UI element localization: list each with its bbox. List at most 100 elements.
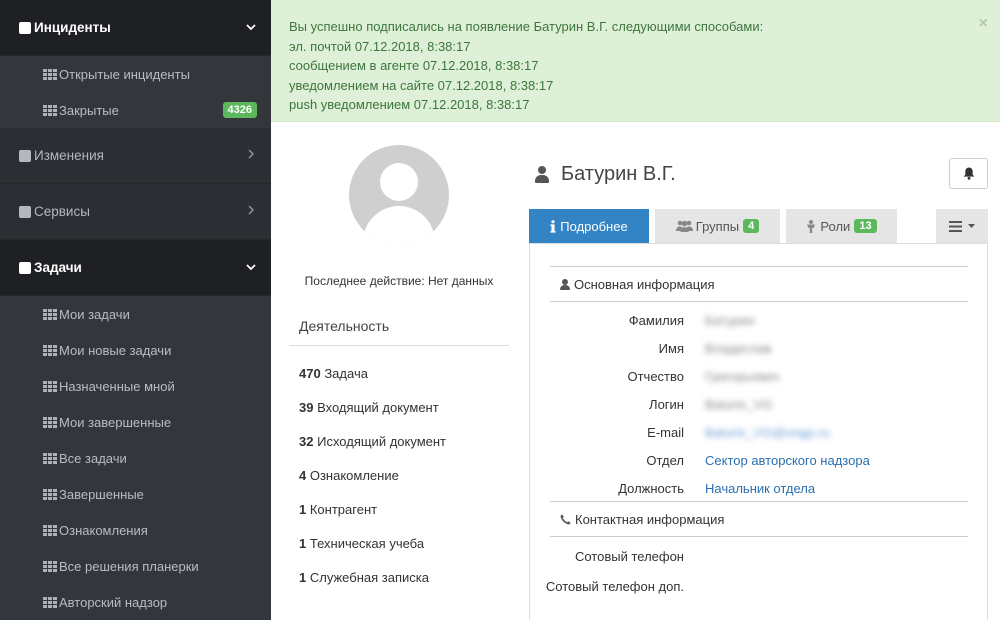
field-value-firstname: Владислав	[705, 341, 772, 356]
activity-item[interactable]: 4 Ознакомление	[299, 468, 399, 483]
profile-tabs: Подробнее Группы 4 Роли 13	[529, 209, 988, 243]
activity-label: Служебная записка	[309, 570, 429, 585]
alert-line: уведомлением на сайте 07.12.2018, 8:38:1…	[289, 77, 554, 93]
tab-menu-button[interactable]	[936, 209, 988, 243]
position-link[interactable]: Начальник отдела	[705, 481, 815, 496]
sidebar-item-label: Закрытые	[59, 102, 119, 118]
sidebar-item-meeting-decisions[interactable]: Все решения планерки	[0, 548, 271, 584]
grid-icon	[43, 344, 57, 356]
subscribe-bell-button[interactable]	[949, 158, 988, 189]
sidebar-item-my-completed[interactable]: Мои завершенные	[0, 404, 271, 440]
sidebar-item-label: Назначенные мной	[59, 378, 175, 394]
chevron-down-icon	[245, 22, 257, 34]
tab-count-badge: 13	[854, 219, 877, 233]
activity-count: 1	[299, 502, 307, 517]
field-label: Логин	[649, 397, 684, 412]
activity-label: Контрагент	[309, 502, 378, 517]
close-icon[interactable]: ×	[979, 14, 988, 34]
sidebar-item-author-supervision[interactable]: Авторский надзор	[0, 584, 271, 620]
sidebar-item-label: Мои задачи	[59, 306, 130, 322]
chevron-right-icon	[245, 149, 257, 162]
activity-item[interactable]: 1 Техническая учеба	[299, 536, 424, 551]
sidebar-group-services[interactable]: Сервисы	[0, 184, 271, 240]
alert-line: сообщением в агенте 07.12.2018, 8:38:17	[289, 58, 539, 73]
sidebar-group-changes[interactable]: Изменения	[0, 128, 271, 184]
section-title: Основная информация	[574, 276, 715, 292]
sidebar-item-label: Открытые инциденты	[59, 66, 190, 82]
sidebar-item-open-incidents[interactable]: Открытые инциденты	[0, 56, 271, 92]
sidebar-group-label: Сервисы	[34, 204, 90, 219]
field-value-patronymic: Григорьевич	[705, 369, 780, 384]
tab-details[interactable]: Подробнее	[529, 209, 649, 243]
caret-down-icon	[968, 224, 975, 228]
alert-line: Вы успешно подписались на появление Бату…	[289, 19, 764, 34]
activity-item[interactable]: 1 Контрагент	[299, 502, 377, 517]
sidebar-item-label: Ознакомления	[59, 522, 148, 538]
sidebar-group-tasks[interactable]: Задачи	[0, 240, 271, 296]
user-name: Батурин В.Г.	[561, 163, 676, 185]
sidebar-group-label: Задачи	[34, 260, 82, 275]
activity-item[interactable]: 1 Служебная записка	[299, 570, 429, 585]
users-icon	[675, 220, 693, 232]
sidebar-item-closed[interactable]: Закрытые 4326	[0, 92, 271, 128]
sidebar-item-completed[interactable]: Завершенные	[0, 476, 271, 512]
section-title: Контактная информация	[575, 511, 725, 527]
sidebar-submenu-incidents: Открытые инциденты Закрытые 4326	[0, 56, 271, 128]
avatar-head	[380, 163, 418, 201]
chevron-down-icon	[245, 262, 257, 274]
checkbox-icon	[19, 261, 31, 274]
tab-label: Роли	[820, 218, 851, 234]
field-label: Должность	[618, 481, 684, 496]
checkbox-icon	[19, 205, 31, 218]
section-basic-info: Основная информация	[550, 266, 968, 302]
tab-groups[interactable]: Группы 4	[655, 209, 780, 243]
activity-title: Деятельность	[299, 318, 390, 334]
activity-count: 1	[299, 570, 307, 585]
activity-item[interactable]: 470 Задача	[299, 366, 368, 381]
checkbox-icon	[19, 149, 31, 162]
activity-label: Техническая учеба	[309, 536, 425, 551]
grid-icon	[43, 488, 57, 500]
sidebar-item-label: Мои новые задачи	[59, 342, 172, 358]
menu-icon	[949, 220, 962, 232]
count-badge: 4326	[222, 102, 257, 118]
avatar	[349, 145, 449, 245]
activity-count: 32	[299, 434, 314, 449]
field-label: Отчество	[627, 369, 684, 384]
grid-icon	[43, 380, 57, 392]
activity-item[interactable]: 32 Исходящий документ	[299, 434, 446, 449]
divider	[289, 345, 509, 346]
phone-icon	[560, 514, 571, 524]
email-link[interactable]: Baturin_VG@ongp.ru	[705, 425, 830, 440]
sidebar-item-my-tasks[interactable]: Мои задачи	[0, 296, 271, 332]
tab-label: Подробнее	[560, 218, 628, 234]
field-label: Сотовый телефон	[574, 549, 684, 564]
department-link[interactable]: Сектор авторского надзора	[705, 453, 870, 468]
grid-icon	[43, 596, 57, 608]
activity-item[interactable]: 39 Входящий документ	[299, 400, 439, 415]
sidebar-item-acquaintances[interactable]: Ознакомления	[0, 512, 271, 548]
alert-line: эл. почтой 07.12.2018, 8:38:17	[289, 38, 471, 54]
sidebar: Инциденты Открытые инциденты Закрытые 43…	[0, 0, 271, 620]
sidebar-item-my-new-tasks[interactable]: Мои новые задачи	[0, 332, 271, 368]
details-panel: Основная информация Фамилия Батурин Имя …	[529, 243, 988, 620]
sidebar-group-incidents[interactable]: Инциденты	[0, 0, 271, 56]
activity-count: 39	[299, 400, 314, 415]
user-icon	[560, 278, 570, 290]
sidebar-group-label: Инциденты	[34, 20, 111, 35]
sidebar-item-all-tasks[interactable]: Все задачи	[0, 440, 271, 476]
grid-icon	[43, 68, 57, 80]
last-action-text: Последнее действие: Нет данных	[304, 274, 494, 288]
user-icon	[535, 166, 549, 183]
field-label: Фамилия	[628, 313, 684, 328]
field-label: Имя	[658, 341, 684, 356]
sidebar-item-label: Мои завершенные	[59, 414, 172, 430]
field-label: E-mail	[647, 425, 684, 440]
tab-roles[interactable]: Роли 13	[786, 209, 897, 243]
sidebar-item-label: Все задачи	[59, 450, 127, 466]
activity-count: 470	[299, 366, 321, 381]
field-label: Отдел	[646, 453, 684, 468]
sidebar-item-label: Авторский надзор	[59, 594, 168, 610]
sidebar-group-label: Изменения	[34, 148, 104, 163]
sidebar-item-assigned-by-me[interactable]: Назначенные мной	[0, 368, 271, 404]
